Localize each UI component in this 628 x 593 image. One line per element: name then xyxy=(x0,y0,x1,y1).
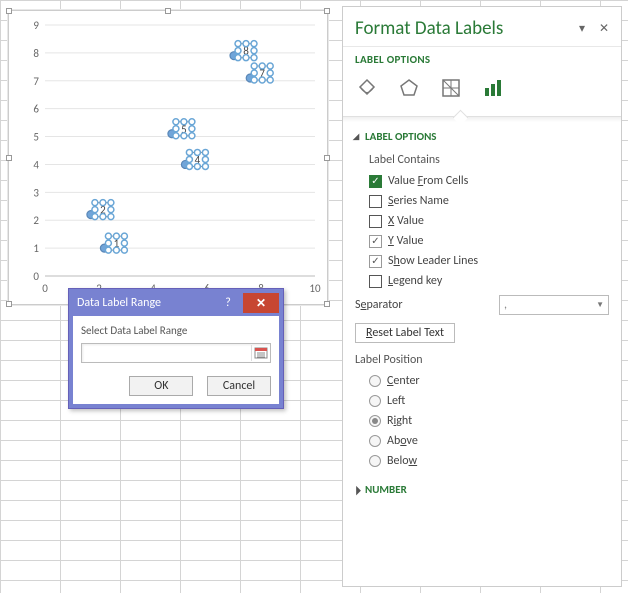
svg-text:10: 10 xyxy=(309,282,321,295)
range-input[interactable] xyxy=(81,343,271,363)
svg-text:7: 7 xyxy=(33,75,39,88)
separator-combo[interactable]: , ▼ xyxy=(499,295,609,315)
pane-title: Format Data Labels xyxy=(355,17,575,40)
range-picker-icon[interactable] xyxy=(251,345,269,361)
pane-close-icon[interactable]: ✕ xyxy=(597,21,611,36)
size-properties-icon[interactable] xyxy=(439,76,463,104)
legend-key-checkbox[interactable]: Legend key xyxy=(369,271,609,291)
pane-menu-icon[interactable]: ▾ xyxy=(575,21,589,36)
value-from-cells-checkbox[interactable]: Value From Cells xyxy=(369,171,609,191)
reset-label-text-button[interactable]: Reset Label Text xyxy=(355,323,455,343)
position-left-radio[interactable]: Left xyxy=(369,391,609,411)
expand-icon: ◢ xyxy=(351,483,364,496)
show-leader-lines-checkbox[interactable]: Show Leader Lines xyxy=(369,251,609,271)
format-data-labels-pane: Format Data Labels ▾ ✕ LABEL OPTIONS ◢ L… xyxy=(342,6,622,587)
svg-text:0: 0 xyxy=(33,270,39,283)
dialog-title: Data Label Range xyxy=(77,296,161,310)
svg-text:4: 4 xyxy=(33,158,39,171)
scatter-chart[interactable]: 01234567890246810124578 xyxy=(17,19,321,298)
svg-text:2: 2 xyxy=(33,214,39,227)
number-section-header[interactable]: ◢ NUMBER xyxy=(343,475,621,498)
x-value-checkbox[interactable]: X Value xyxy=(369,211,609,231)
chart-frame[interactable]: 01234567890246810124578 xyxy=(8,10,328,305)
fill-line-icon[interactable] xyxy=(355,76,379,104)
svg-text:3: 3 xyxy=(33,186,39,199)
svg-text:5: 5 xyxy=(33,131,39,144)
separator-label: Separator xyxy=(355,298,499,312)
series-name-checkbox[interactable]: Series Name xyxy=(369,191,609,211)
svg-text:1: 1 xyxy=(33,242,39,255)
pane-subtitle: LABEL OPTIONS xyxy=(343,47,621,76)
svg-text:6: 6 xyxy=(33,103,39,116)
label-contains-title: Label Contains xyxy=(369,147,609,171)
position-center-radio[interactable]: Center xyxy=(369,371,609,391)
cancel-button[interactable]: Cancel xyxy=(207,376,271,396)
position-below-radio[interactable]: Below xyxy=(369,451,609,471)
label-position-title: Label Position xyxy=(355,347,609,371)
svg-text:9: 9 xyxy=(33,19,39,32)
label-options-icon[interactable] xyxy=(481,76,505,104)
label-options-section-header[interactable]: ◢ LABEL OPTIONS xyxy=(343,122,621,145)
chevron-down-icon: ▼ xyxy=(596,300,604,310)
data-label-range-dialog: Data Label Range ? ✕ Select Data Label R… xyxy=(68,288,284,409)
dialog-prompt: Select Data Label Range xyxy=(81,324,271,337)
dialog-help-button[interactable]: ? xyxy=(215,293,241,313)
y-value-checkbox[interactable]: Y Value xyxy=(369,231,609,251)
svg-text:8: 8 xyxy=(33,47,39,60)
position-right-radio[interactable]: Right xyxy=(369,411,609,431)
effects-icon[interactable] xyxy=(397,76,421,104)
ok-button[interactable]: OK xyxy=(129,376,193,396)
dialog-close-button[interactable]: ✕ xyxy=(243,293,279,313)
collapse-icon: ◢ xyxy=(353,132,361,142)
svg-text:0: 0 xyxy=(42,282,48,295)
position-above-radio[interactable]: Above xyxy=(369,431,609,451)
